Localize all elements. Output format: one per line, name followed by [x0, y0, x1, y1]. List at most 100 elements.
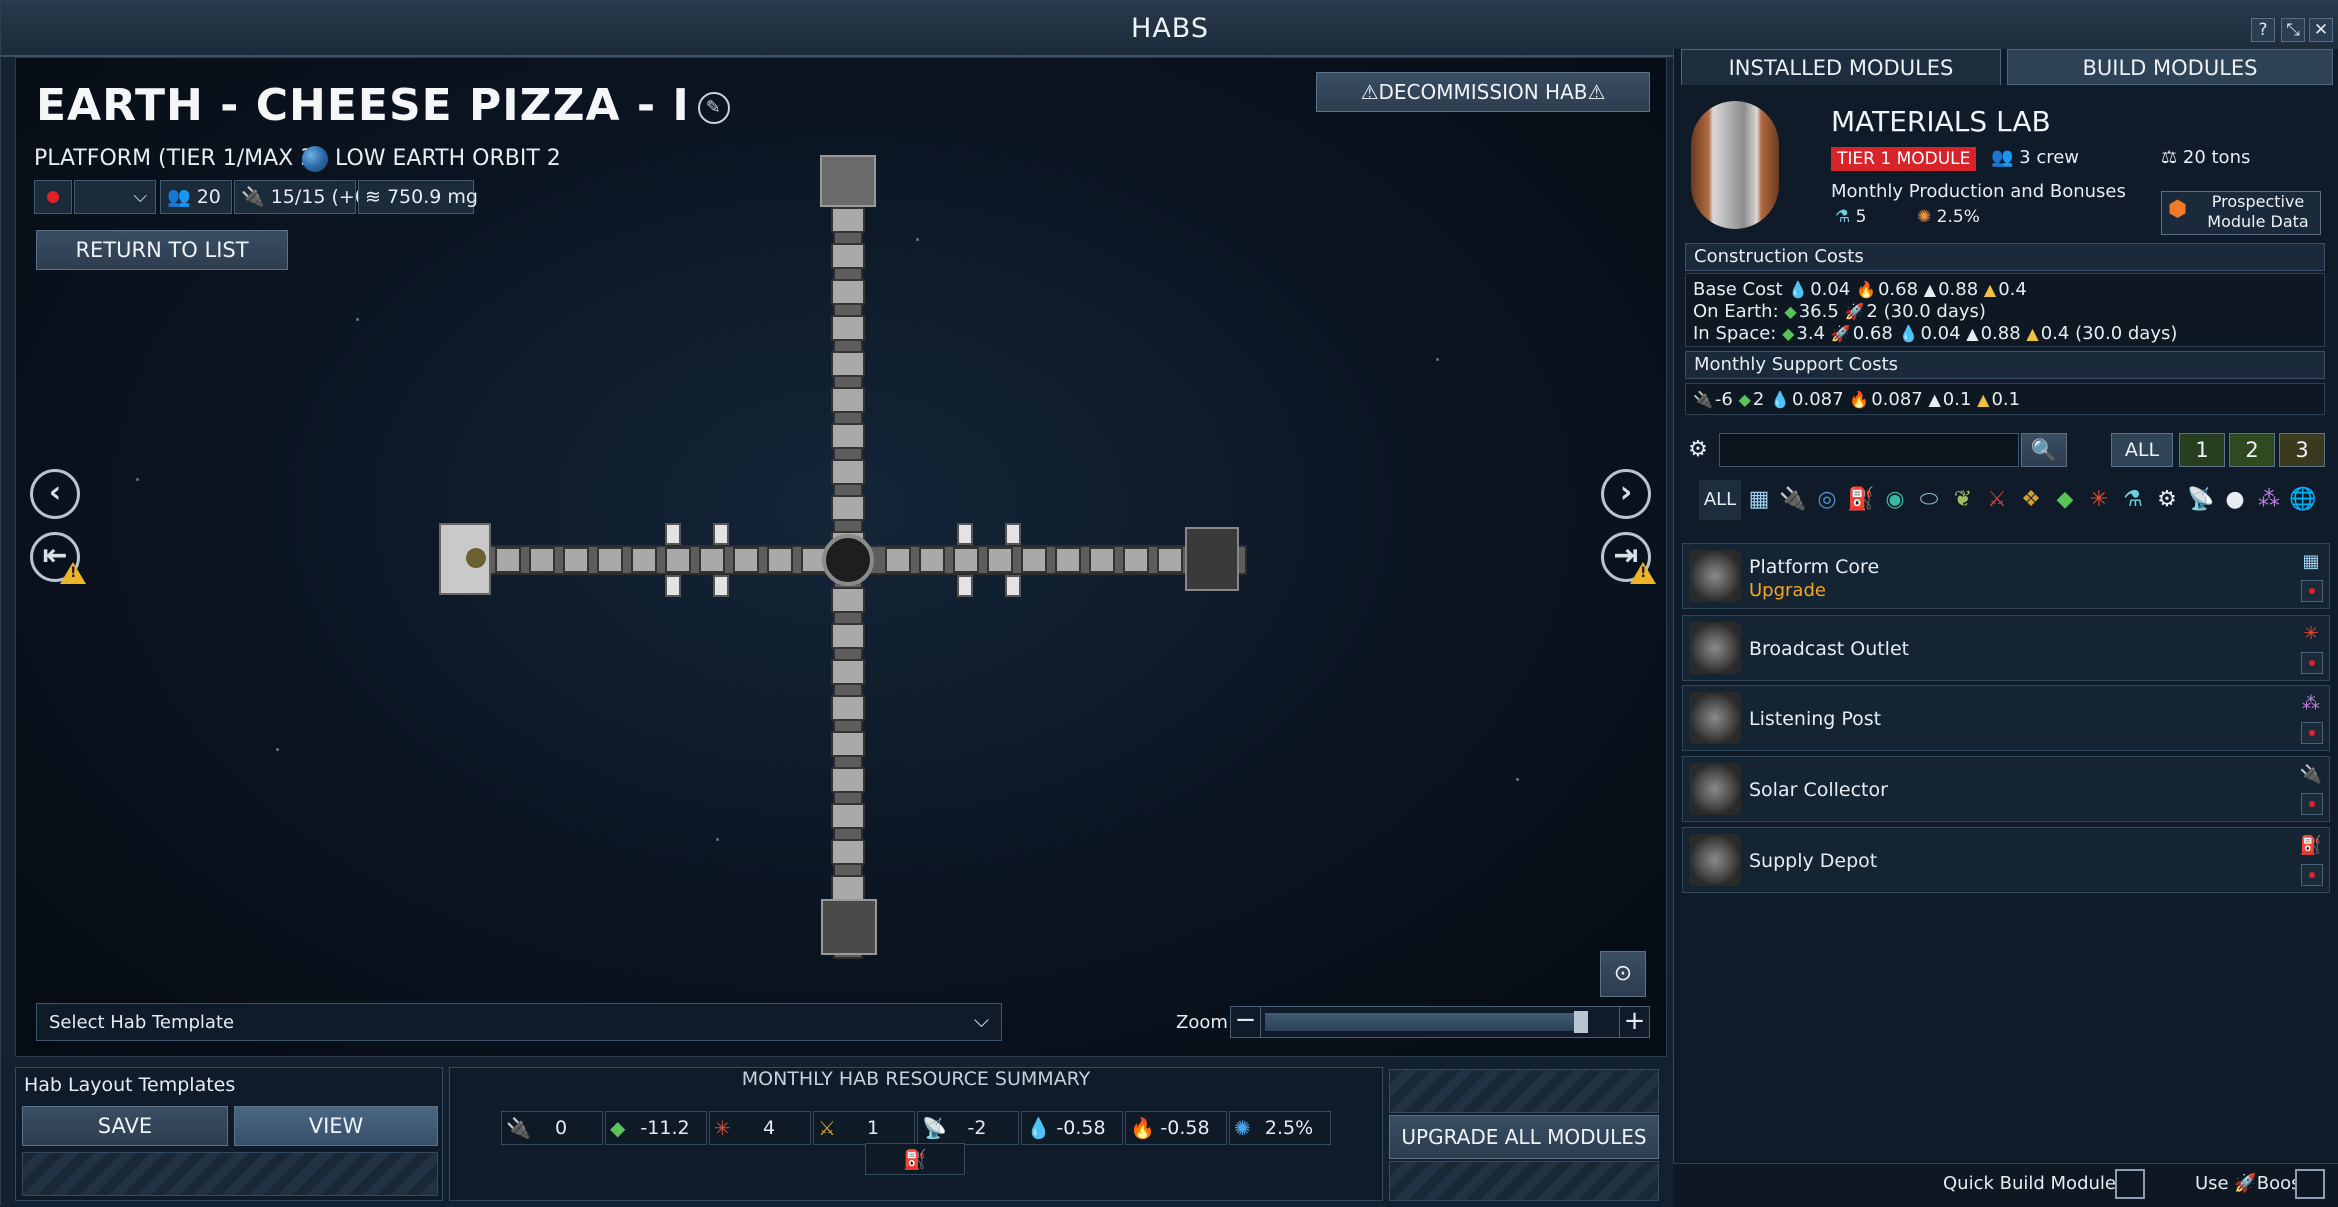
warning-icon-right — [1630, 562, 1656, 584]
category-science-icon[interactable]: ⚗ — [2117, 480, 2149, 520]
category-storage-icon[interactable]: ⬭ — [1913, 480, 1945, 520]
decommission-hab-button[interactable]: ⚠DECOMMISSION HAB⚠ — [1316, 72, 1650, 112]
base-water: 0.04 — [1810, 279, 1851, 300]
prospective-module-data-button[interactable]: ⬢ Prospective Module Data — [2161, 191, 2321, 235]
hab-segment — [831, 279, 865, 305]
hab-segment — [733, 547, 759, 573]
module-color-toggle[interactable] — [2301, 580, 2323, 602]
hab-segment — [699, 547, 725, 573]
module-mass-value: 20 tons — [2182, 147, 2251, 168]
hab-segment — [767, 547, 793, 573]
money-icon: ◆ — [1782, 324, 1795, 343]
popout-button[interactable]: ⤡ — [2281, 18, 2305, 42]
templates-placeholder-slot — [22, 1152, 438, 1196]
zoom-thumb[interactable] — [1574, 1011, 1588, 1033]
tab-build-modules[interactable]: BUILD MODULES — [2007, 49, 2333, 85]
return-to-list-button[interactable]: RETURN TO LIST — [36, 230, 288, 270]
module-search-input[interactable] — [1719, 433, 2019, 467]
noble-metals-icon: ▲ — [1983, 280, 1997, 299]
hab-segment — [1157, 547, 1183, 573]
hab-segment — [831, 587, 865, 613]
hab-template-select[interactable]: Select Hab Template ⌵ — [36, 1003, 1002, 1041]
tab-installed-modules[interactable]: INSTALLED MODULES — [1681, 49, 2001, 85]
category-drive-icon[interactable]: ◉ — [1879, 480, 1911, 520]
use-boost-checkbox[interactable] — [2295, 1169, 2325, 1199]
zoom-in-button[interactable]: + — [1619, 1007, 1649, 1037]
supply-depot-module — [821, 899, 877, 955]
view-template-button[interactable]: VIEW — [234, 1106, 438, 1146]
category-all[interactable]: ALL — [1699, 480, 1741, 520]
help-button[interactable]: ? — [2251, 18, 2275, 42]
color-select[interactable] — [34, 180, 72, 214]
support-noble: 0.1 — [1991, 389, 2021, 410]
production-label: Monthly Production and Bonuses — [1831, 181, 2126, 202]
edit-name-icon[interactable]: ✎ — [697, 92, 730, 124]
filter-settings-icon[interactable]: ⚙ — [1685, 437, 1711, 463]
metals-icon: ▲ — [1966, 324, 1979, 343]
category-money-icon[interactable]: ◆ — [2049, 480, 2081, 520]
tier-filter-3[interactable]: 3 — [2279, 433, 2325, 467]
search-button[interactable]: 🔍 — [2021, 433, 2067, 467]
category-research-icon[interactable]: ✳ — [2083, 480, 2115, 520]
hab-name-text: EARTH - CHEESE PIZZA - I — [36, 80, 690, 131]
save-template-button[interactable]: SAVE — [22, 1106, 228, 1146]
faction-dropdown[interactable]: ⌵ — [74, 180, 156, 214]
module-category-icon: 🔌 — [2299, 764, 2323, 785]
hab-segment — [831, 767, 865, 793]
category-farm-icon[interactable]: ❦ — [1947, 480, 1979, 520]
space-water: 0.04 — [1920, 323, 1961, 344]
tier-filter-1[interactable]: 1 — [2179, 433, 2225, 467]
module-color-toggle[interactable] — [2301, 652, 2323, 674]
summary-value: 4 — [762, 1117, 776, 1139]
summary-value: 1 — [866, 1117, 880, 1139]
category-white-orb-icon[interactable]: ● — [2219, 480, 2251, 520]
category-mixed-icon[interactable]: ⁂ — [2253, 480, 2285, 520]
hab-segment — [831, 839, 865, 865]
zoom-slider[interactable]: − + — [1230, 1006, 1650, 1038]
hab-segment — [953, 547, 979, 573]
category-antenna-icon[interactable]: 📡 — [2185, 480, 2217, 520]
tier-filter-all[interactable]: ALL — [2111, 433, 2173, 467]
research-icon: ✳ — [714, 1116, 731, 1140]
module-row[interactable]: Broadcast Outlet ✳ — [1682, 615, 2330, 681]
earth-cost-row: On Earth: ◆ 36.5 🚀 2 (30.0 days) — [1693, 301, 1986, 322]
close-button[interactable]: ✕ — [2309, 18, 2333, 42]
tier-badge: TIER 1 MODULE — [1831, 147, 1977, 171]
support-costs-header: Monthly Support Costs — [1685, 351, 2325, 379]
hab-segment — [831, 207, 865, 233]
hab-segment — [831, 803, 865, 829]
hab-viewport[interactable]: EARTH - CHEESE PIZZA - I ✎ PLATFORM (TIER… — [15, 57, 1667, 1057]
quick-build-checkbox[interactable] — [2115, 1169, 2145, 1199]
category-globe-icon[interactable]: 🌐 — [2287, 480, 2319, 520]
water-icon: 💧 — [1898, 324, 1919, 343]
solar-panel — [665, 523, 681, 545]
support-water: 0.087 — [1792, 389, 1844, 410]
prev-hab-button[interactable]: ‹ — [30, 469, 80, 519]
zoom-out-button[interactable]: − — [1231, 1007, 1261, 1037]
module-row[interactable]: Listening Post ⁂ — [1682, 685, 2330, 751]
upgrade-link[interactable]: Upgrade — [1749, 580, 1826, 601]
category-fuel-icon[interactable]: ⛽ — [1845, 480, 1877, 520]
category-space-icon[interactable]: ◎ — [1811, 480, 1843, 520]
module-color-toggle[interactable] — [2301, 722, 2323, 744]
category-habitation-icon[interactable]: ▦ — [1743, 480, 1775, 520]
hab-templates-panel: Hab Layout Templates SAVE VIEW — [15, 1067, 443, 1201]
module-row[interactable]: Supply Depot ⛽ — [1682, 827, 2330, 893]
category-power-icon[interactable]: 🔌 — [1777, 480, 1809, 520]
metals-icon: ▲ — [1923, 280, 1937, 299]
crew-icon: 👥 — [167, 186, 191, 208]
module-row[interactable]: Platform Core Upgrade ▦ — [1682, 543, 2330, 609]
category-control-icon[interactable]: ❖ — [2015, 480, 2047, 520]
category-gear-icon[interactable]: ⚙ — [2151, 480, 2183, 520]
upgrade-all-modules-button[interactable]: UPGRADE ALL MODULES — [1389, 1115, 1659, 1159]
module-color-toggle[interactable] — [2301, 864, 2323, 886]
tier-filter-2[interactable]: 2 — [2229, 433, 2275, 467]
module-row[interactable]: Solar Collector 🔌 — [1682, 756, 2330, 822]
military-icon: ⚔ — [818, 1116, 836, 1140]
solar-panel — [713, 575, 729, 597]
category-military-icon[interactable]: ⚔ — [1981, 480, 2013, 520]
recenter-button[interactable]: ⊙ — [1600, 951, 1646, 997]
module-color-toggle[interactable] — [2301, 793, 2323, 815]
next-hab-button[interactable]: › — [1601, 469, 1651, 519]
boost-icon: ◆ — [610, 1116, 626, 1140]
